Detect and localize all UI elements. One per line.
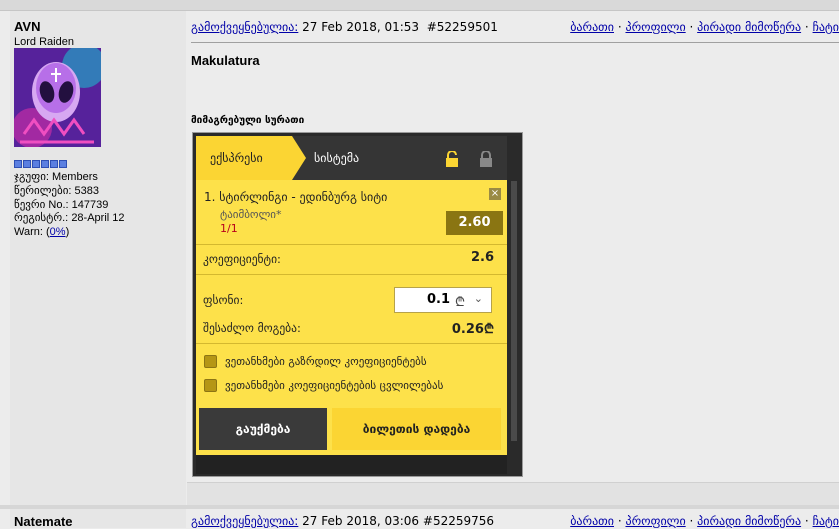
scrollbar[interactable]	[511, 181, 517, 441]
warn-suffix: )	[65, 226, 70, 239]
odds-value: 2.60	[446, 211, 503, 235]
chat-link[interactable]: ჩატი	[813, 514, 839, 528]
divider	[196, 274, 507, 275]
unlock-icon[interactable]	[445, 150, 459, 167]
tab-express[interactable]: ექსპრესი	[196, 136, 306, 180]
rank-star-icon	[59, 160, 67, 168]
report-link[interactable]: ბარათი	[570, 20, 614, 34]
selection-row: 1. სტირლინგი - ედინბურგ სიტი ტაიმბოლი* 1…	[196, 180, 507, 244]
author-stats: ჯგუფი: Members წერილები: 5383 წევრი No.:…	[14, 171, 125, 240]
win-value: 0.26₾	[451, 322, 494, 337]
posted-link[interactable]: გამოქვეყნებულია:	[191, 514, 298, 528]
betslip-body: 1. სტირლინგი - ედინბურგ სიტი ტაიმბოლი* 1…	[196, 180, 507, 405]
tab-system[interactable]: სისტემა	[314, 151, 359, 165]
attached-image[interactable]: ექსპრესი სისტემა 1. სტირლინგი - ედინბურგ…	[192, 132, 523, 477]
stake-value: 0.1	[427, 292, 451, 307]
selection-count: 1/1	[220, 222, 238, 235]
post-footer-strip	[187, 482, 839, 505]
rank-star-icon	[14, 160, 22, 168]
author-rank: Lord Raiden	[14, 36, 74, 48]
post-header: გამოქვეყნებულია: 27 Feb 2018, 03:06 #522…	[191, 514, 494, 528]
post-actions: ბარათი · პროფილი · პირადი მიმოწერა · ჩატ…	[570, 514, 839, 528]
image-bottom-edge	[196, 455, 507, 474]
checkbox[interactable]	[204, 355, 217, 368]
link-separator: ·	[804, 514, 809, 528]
post-id: #52259756	[422, 514, 495, 528]
warn-link[interactable]: 0%	[50, 226, 66, 238]
selection-type: ტაიმბოლი*	[220, 208, 282, 221]
divider	[196, 343, 507, 344]
member-no-label: წევრი No.:	[14, 198, 69, 211]
lock-icon[interactable]	[479, 150, 493, 167]
author-name[interactable]: Natemate	[14, 514, 73, 529]
tab-express-label: ექსპრესი	[210, 151, 263, 165]
post-date: 27 Feb 2018, 03:06	[302, 514, 420, 528]
post-header: გამოქვეყნებულია: 27 Feb 2018, 01:53 #522…	[191, 20, 498, 34]
author-name[interactable]: AVN	[14, 19, 40, 34]
group-value: Members	[52, 171, 98, 183]
link-separator: ·	[689, 514, 694, 528]
pm-link[interactable]: პირადი მიმოწერა	[697, 20, 801, 34]
post-actions: ბარათი · პროფილი · პირადი მიმოწერა · ჩატ…	[570, 20, 839, 34]
selection-name: 1. სტირლინგი - ედინბურგ სიტი	[204, 190, 388, 204]
posted-link[interactable]: გამოქვეყნებულია:	[191, 20, 298, 34]
win-label: შესაძლო მოგება:	[203, 321, 301, 335]
reg-label: რეგისტრ.:	[14, 212, 69, 225]
option-odds-change-label: ვეთანხმები კოეფიციენტების ცვლილებას	[225, 379, 444, 392]
rank-star-icon	[41, 160, 49, 168]
link-separator: ·	[617, 20, 622, 34]
attachment-label: მიმაგრებული სურათი	[191, 115, 305, 126]
post-id: #52259501	[426, 20, 498, 34]
post-title: Makulatura	[191, 53, 260, 68]
report-link[interactable]: ბარათი	[570, 514, 614, 528]
profile-link[interactable]: პროფილი	[625, 20, 685, 34]
option-increased-odds-label: ვეთანხმები გაზრდილ კოეფიციენტებს	[225, 355, 427, 368]
link-separator: ·	[689, 20, 694, 34]
option-increased-odds[interactable]: ვეთანხმები გაზრდილ კოეფიციენტებს	[204, 355, 427, 368]
option-odds-change[interactable]: ვეთანხმები კოეფიციენტების ცვლილებას	[204, 379, 443, 392]
avatar[interactable]	[14, 48, 101, 147]
chat-link[interactable]: ჩატი	[813, 20, 839, 34]
posts-label: წერილები:	[14, 184, 72, 197]
rank-star-icon	[32, 160, 40, 168]
link-separator: ·	[804, 20, 809, 34]
rank-star-icon	[23, 160, 31, 168]
top-strip	[0, 0, 839, 11]
header-divider	[191, 42, 839, 43]
coef-value: 2.6	[470, 250, 494, 265]
place-bet-button[interactable]: ბილეთის დადება	[332, 408, 501, 450]
currency-icon: ₾	[455, 295, 466, 310]
stake-label: ფსონი:	[203, 293, 244, 307]
posts-value: 5383	[74, 184, 100, 197]
reg-value: 28-April 12	[71, 212, 125, 225]
betslip-tabs: ექსპრესი სისტემა	[196, 136, 507, 180]
divider	[196, 244, 507, 245]
link-separator: ·	[617, 514, 622, 528]
checkbox[interactable]	[204, 379, 217, 392]
stake-input[interactable]: 0.1 ₾ ⌄	[394, 287, 492, 313]
group-label: ჯგუფი:	[14, 171, 49, 183]
chevron-down-icon[interactable]: ⌄	[474, 292, 483, 305]
member-no-value: 147739	[71, 198, 109, 211]
rank-star-icon	[50, 160, 58, 168]
coef-label: კოეფიციენტი:	[203, 252, 281, 266]
warn-label: Warn: (	[14, 226, 50, 239]
cancel-button[interactable]: გაუქმება	[199, 408, 327, 450]
betslip-actions: გაუქმება ბილეთის დადება	[196, 405, 507, 455]
close-icon[interactable]: ×	[489, 188, 501, 200]
rank-stars	[14, 160, 67, 168]
pm-link[interactable]: პირადი მიმოწერა	[697, 514, 801, 528]
post-date: 27 Feb 2018, 01:53	[302, 20, 420, 34]
profile-link[interactable]: პროფილი	[625, 514, 685, 528]
